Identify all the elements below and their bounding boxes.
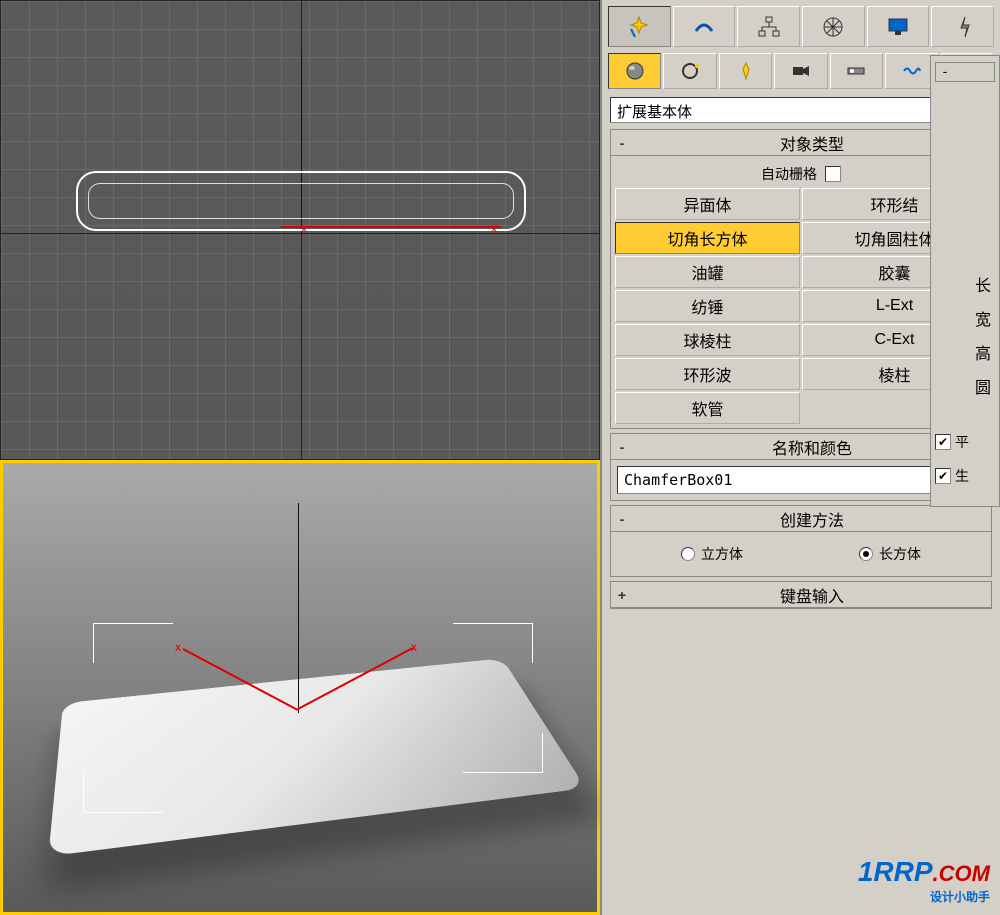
gizmo-y-label: x — [411, 640, 417, 654]
lights-icon[interactable] — [719, 53, 772, 89]
rollout-toggle-icon: - — [611, 135, 633, 151]
gizmo-x-axis[interactable] — [281, 226, 501, 228]
length-label: 长 — [935, 272, 995, 296]
rollout-title: 键盘输入 — [633, 583, 991, 607]
shapes-icon[interactable] — [663, 53, 716, 89]
selection-bracket — [463, 733, 543, 773]
viewport-perspective[interactable]: x x — [0, 460, 600, 915]
cuboid-radio[interactable]: 长方体 — [859, 544, 921, 564]
modify-tab[interactable] — [673, 6, 736, 47]
auto-grid-label: 自动栅格 — [761, 164, 817, 184]
chamferbox-inner-edge — [88, 183, 514, 219]
create-method-rollout: - 创建方法 立方体 长方体 — [610, 505, 992, 577]
gizmo-x-label: x — [491, 221, 497, 235]
rollout-toggle-icon: - — [611, 439, 633, 455]
parameters-panel-sliver: - 长 宽 高 圆 ✔ 平 ✔ 生 — [930, 55, 1000, 507]
rollout-header[interactable]: + 键盘输入 — [611, 582, 991, 608]
dropdown-value: 扩展基本体 — [610, 97, 970, 123]
z-axis-3d — [298, 503, 299, 713]
rollout-toggle-icon: + — [611, 587, 633, 603]
fillet-label: 圆 — [935, 374, 995, 398]
rollout-toggle-icon: - — [611, 511, 633, 527]
utilities-tab[interactable] — [931, 6, 994, 47]
hedra-button[interactable]: 异面体 — [615, 188, 800, 220]
radio-icon — [681, 547, 695, 561]
spindle-button[interactable]: 纺锤 — [615, 290, 800, 322]
height-label: 高 — [935, 340, 995, 364]
rollout-toggle-icon: - — [936, 63, 954, 81]
width-label: 宽 — [935, 306, 995, 330]
selection-bracket — [453, 623, 533, 663]
cube-radio[interactable]: 立方体 — [681, 544, 743, 564]
hierarchy-tab[interactable] — [737, 6, 800, 47]
helpers-icon[interactable] — [830, 53, 883, 89]
watermark-ext: .COM — [933, 861, 990, 886]
selection-bracket — [83, 773, 163, 813]
object-name-input[interactable] — [617, 466, 957, 494]
watermark-sub: 设计小助手 — [858, 888, 990, 905]
motion-tab[interactable] — [802, 6, 865, 47]
create-tab[interactable] — [608, 6, 671, 47]
checkbox-checked-icon: ✔ — [935, 468, 951, 484]
chamfer-box-button[interactable]: 切角长方体 — [615, 222, 800, 254]
geometry-icon[interactable] — [608, 53, 661, 89]
params-rollout-header[interactable]: - — [935, 62, 995, 82]
command-panel: 扩展基本体 ▼ - 对象类型 自动栅格 异面体 环形结 切角长方体 切角圆柱体 … — [600, 0, 1000, 915]
viewport-front[interactable]: x x — [0, 0, 600, 460]
cameras-icon[interactable] — [774, 53, 827, 89]
keyboard-input-rollout: + 键盘输入 — [610, 581, 992, 609]
main-tab-row — [606, 4, 996, 49]
axis-horizontal — [1, 233, 599, 234]
ring-wave-button[interactable]: 环形波 — [615, 358, 800, 390]
gizmo-x-label: x — [175, 640, 181, 654]
smooth-checkbox-row[interactable]: ✔ 平 — [935, 432, 995, 452]
watermark: 1RRP.COM 设计小助手 — [858, 856, 990, 905]
smooth-label: 平 — [955, 432, 969, 452]
gengon-button[interactable]: 球棱柱 — [615, 324, 800, 356]
checkbox-checked-icon: ✔ — [935, 434, 951, 450]
auto-grid-checkbox[interactable] — [825, 166, 841, 182]
cube-label: 立方体 — [701, 544, 743, 564]
gen-checkbox-row[interactable]: ✔ 生 — [935, 466, 995, 486]
rollout-title: 创建方法 — [633, 507, 991, 531]
display-tab[interactable] — [867, 6, 930, 47]
selection-bracket — [93, 623, 173, 663]
watermark-brand: 1RRP — [858, 856, 933, 887]
chamferbox-3d-container — [33, 583, 573, 863]
oil-tank-button[interactable]: 油罐 — [615, 256, 800, 288]
cuboid-label: 长方体 — [879, 544, 921, 564]
gen-label: 生 — [955, 466, 969, 486]
viewport-area: x x x x — [0, 0, 600, 915]
radio-icon — [859, 547, 873, 561]
rollout-header[interactable]: - 创建方法 — [611, 506, 991, 532]
gizmo-origin-label: x — [301, 221, 307, 235]
hose-button[interactable]: 软管 — [615, 392, 800, 424]
